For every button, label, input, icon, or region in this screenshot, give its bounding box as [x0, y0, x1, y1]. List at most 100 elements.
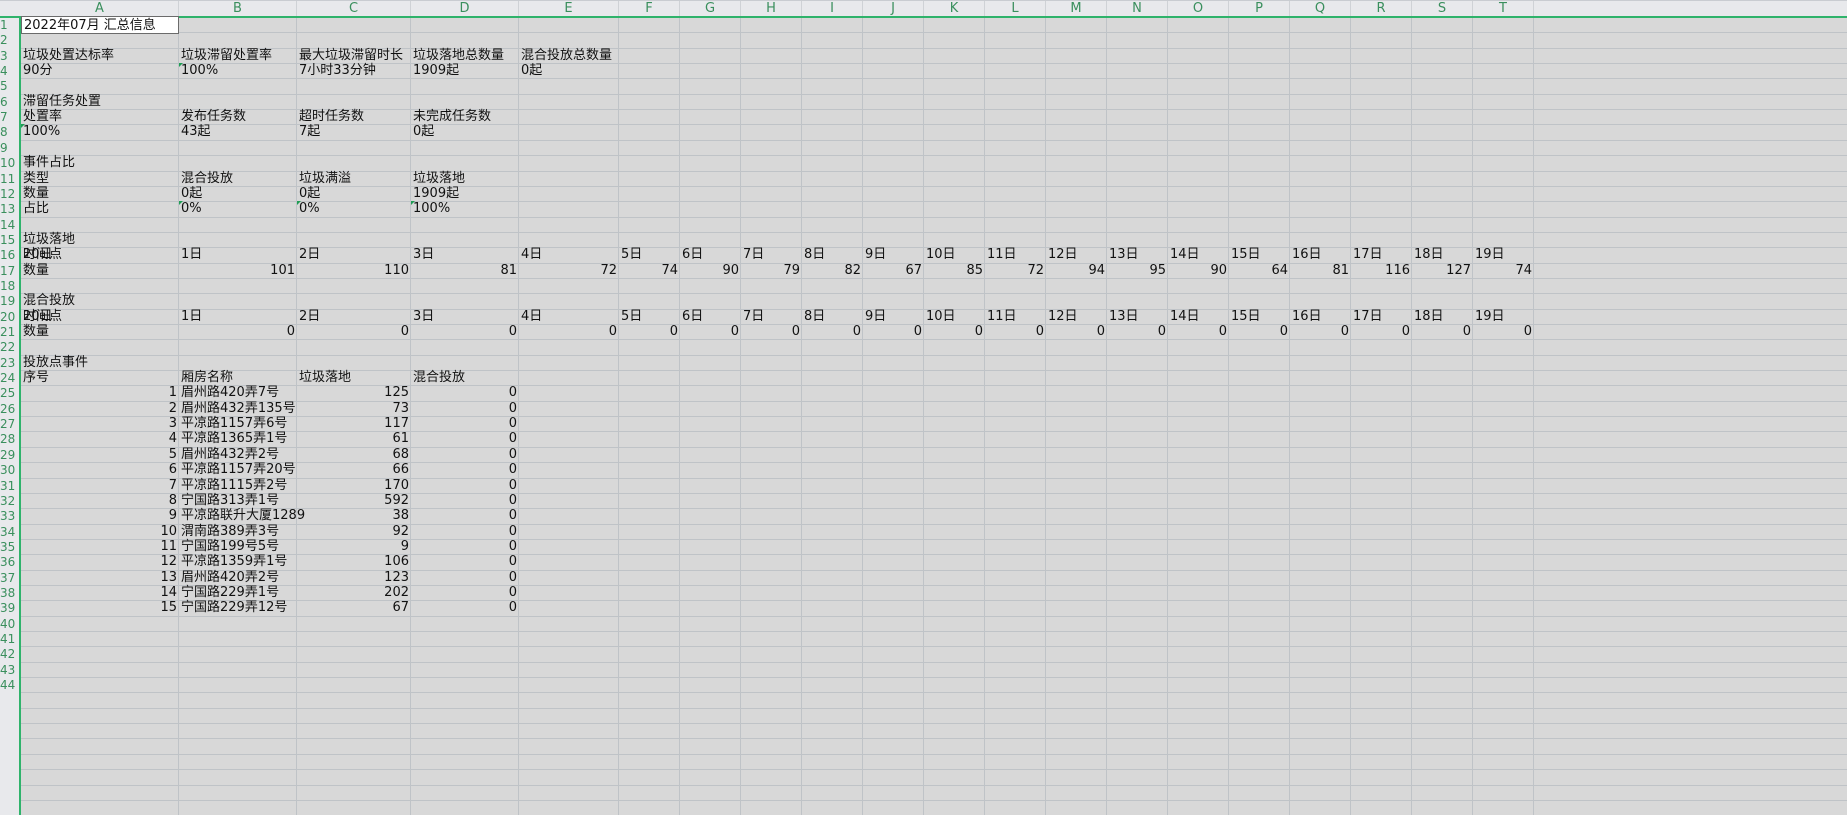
gridline-vertical — [618, 18, 619, 815]
count-cell[interactable]: 85 — [924, 262, 985, 280]
row-label-cell[interactable]: 数量 — [21, 262, 179, 280]
count-cell[interactable]: 90 — [1168, 262, 1229, 280]
event-cell[interactable]: 0% — [297, 200, 411, 218]
count-cell[interactable]: 0 — [619, 323, 680, 341]
count-cell[interactable]: 0 — [1229, 323, 1290, 341]
count-cell[interactable]: 90 — [680, 262, 741, 280]
count-cell[interactable]: 64 — [1229, 262, 1290, 280]
count-cell[interactable]: 0 — [519, 323, 619, 341]
column-header-r[interactable]: R — [1351, 1, 1412, 16]
gridline-horizontal — [21, 231, 1847, 233]
column-header-l[interactable]: L — [985, 1, 1046, 16]
event-cell[interactable]: 占比 — [21, 200, 179, 218]
gridline-horizontal — [21, 784, 1847, 786]
column-header-s[interactable]: S — [1412, 1, 1473, 16]
gridline-horizontal — [21, 738, 1847, 740]
count-cell[interactable]: 0 — [863, 323, 924, 341]
column-header-o[interactable]: O — [1168, 1, 1229, 16]
summary-value-cell[interactable]: 90分 — [21, 62, 179, 80]
column-header-p[interactable]: P — [1229, 1, 1290, 16]
column-header-j[interactable]: J — [863, 1, 924, 16]
count-cell[interactable]: 101 — [179, 262, 297, 280]
count-cell[interactable]: 0 — [680, 323, 741, 341]
gridline-vertical — [1045, 18, 1046, 815]
day-cell[interactable]: 20日 — [21, 246, 55, 264]
retention-value-cell[interactable]: 7起 — [297, 123, 411, 141]
column-header-g[interactable]: G — [680, 1, 741, 16]
summary-value-cell[interactable]: 100% — [179, 62, 297, 80]
count-cell[interactable]: 0 — [179, 323, 297, 341]
count-cell[interactable]: 81 — [411, 262, 519, 280]
retention-value-cell[interactable]: 100% — [21, 123, 179, 141]
gridline-vertical — [801, 18, 802, 815]
column-header-a[interactable]: A — [21, 1, 179, 16]
column-header-f[interactable]: F — [619, 1, 680, 16]
count-cell[interactable]: 94 — [1046, 262, 1107, 280]
column-header-e[interactable]: E — [519, 1, 619, 16]
count-cell[interactable]: 0 — [1168, 323, 1229, 341]
column-header-m[interactable]: M — [1046, 1, 1107, 16]
count-cell[interactable]: 0 — [1107, 323, 1168, 341]
gridline-horizontal — [21, 707, 1847, 709]
count-cell[interactable]: 79 — [741, 262, 802, 280]
gridline-horizontal — [21, 354, 1847, 356]
row-label-cell[interactable]: 数量 — [21, 323, 179, 341]
gridline-vertical — [679, 18, 680, 815]
count-cell[interactable]: 0 — [924, 323, 985, 341]
points-name-cell[interactable]: 宁国路229弄12号 — [179, 599, 309, 617]
column-header-h[interactable]: H — [741, 1, 802, 16]
summary-value-cell[interactable]: 0起 — [519, 62, 619, 80]
sheet-title-cell[interactable]: 2022年07月 汇总信息 — [21, 16, 179, 34]
retention-value-cell[interactable]: 43起 — [179, 123, 297, 141]
cell-comment-marker-icon — [179, 63, 183, 68]
column-header-n[interactable]: N — [1107, 1, 1168, 16]
column-header-i[interactable]: I — [802, 1, 863, 16]
count-cell[interactable]: 0 — [411, 323, 519, 341]
count-cell[interactable]: 127 — [1412, 262, 1473, 280]
count-cell[interactable]: 0 — [985, 323, 1046, 341]
event-cell[interactable]: 0% — [179, 200, 297, 218]
count-cell[interactable]: 82 — [802, 262, 863, 280]
count-cell[interactable]: 110 — [297, 262, 411, 280]
gridline-vertical — [923, 18, 924, 815]
gridline-horizontal — [21, 692, 1847, 694]
column-header-k[interactable]: K — [924, 1, 985, 16]
count-cell[interactable]: 0 — [1290, 323, 1351, 341]
retention-value-cell[interactable]: 0起 — [411, 123, 519, 141]
points-index-cell[interactable]: 15 — [21, 599, 179, 617]
cell-grid[interactable]: 2022年07月 汇总信息 垃圾处置达标率 垃圾滞留处置率 最大垃圾滞留时长 垃圾落地总… — [21, 16, 1847, 815]
count-cell[interactable]: 81 — [1290, 262, 1351, 280]
summary-value-cell[interactable]: 1909起 — [411, 62, 519, 80]
column-header-d[interactable]: D — [411, 1, 519, 16]
gridline-vertical — [1350, 18, 1351, 815]
count-cell[interactable]: 0 — [741, 323, 802, 341]
count-cell[interactable]: 0 — [802, 323, 863, 341]
count-cell[interactable]: 72 — [985, 262, 1046, 280]
day-cell[interactable]: 20日 — [21, 308, 55, 326]
summary-value-cell[interactable]: 7小时33分钟 — [297, 62, 411, 80]
gridline-horizontal — [21, 769, 1847, 771]
row-header-column: 1 2 3 4 5 6 7 8 9 10 11 12 13 14 15 16 17 18 19 20 21 22 23 24 2… — [0, 18, 21, 815]
count-cell[interactable]: 74 — [619, 262, 680, 280]
row-header-44[interactable]: 44 — [0, 676, 19, 694]
column-header-t[interactable]: T — [1473, 1, 1534, 16]
count-cell[interactable]: 0 — [1351, 323, 1412, 341]
column-header-row: ABCDEFGHIJKLMNOPQRST — [0, 1, 1847, 18]
column-header-b[interactable]: B — [179, 1, 297, 16]
count-cell[interactable]: 0 — [1412, 323, 1473, 341]
count-cell[interactable]: 72 — [519, 262, 619, 280]
count-cell[interactable]: 0 — [297, 323, 411, 341]
event-cell[interactable]: 100% — [411, 200, 519, 218]
count-cell[interactable]: 116 — [1351, 262, 1412, 280]
count-cell[interactable]: 74 — [1473, 262, 1534, 280]
count-cell[interactable]: 0 — [1046, 323, 1107, 341]
column-header-c[interactable]: C — [297, 1, 411, 16]
column-header-q[interactable]: Q — [1290, 1, 1351, 16]
count-cell[interactable]: 67 — [863, 262, 924, 280]
count-cell[interactable]: 0 — [1473, 323, 1534, 341]
count-cell[interactable]: 95 — [1107, 262, 1168, 280]
gridline-vertical — [740, 18, 741, 815]
gridline-horizontal — [21, 646, 1847, 648]
points-mixed-cell[interactable]: 0 — [411, 599, 519, 617]
points-litter-cell[interactable]: 67 — [297, 599, 411, 617]
